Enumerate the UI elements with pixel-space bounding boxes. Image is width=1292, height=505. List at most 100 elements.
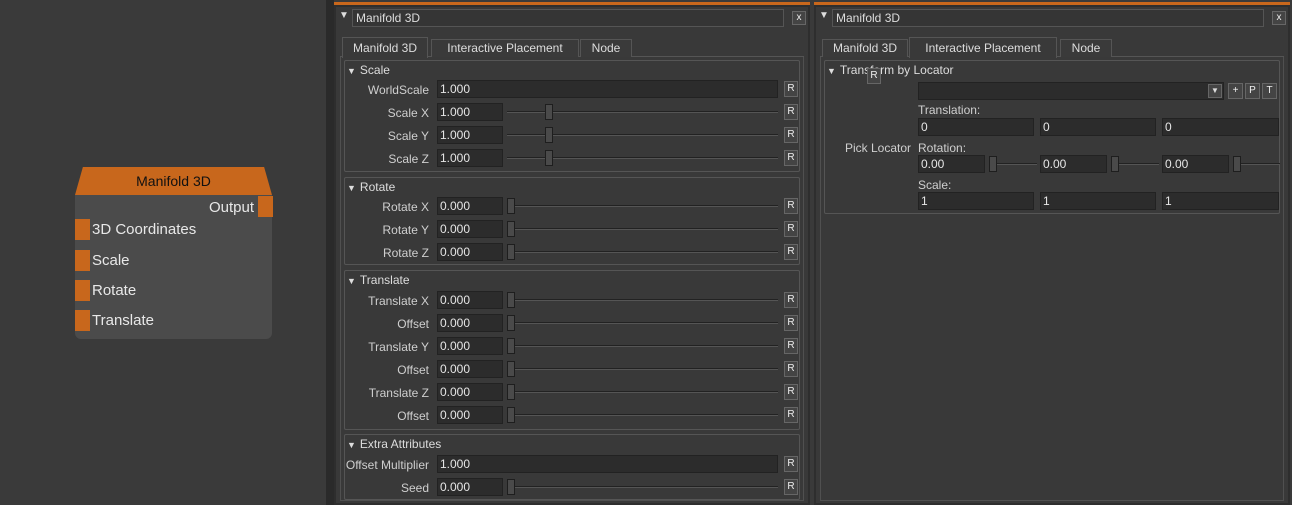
translate-y-offset-input[interactable]: 0.000	[437, 360, 503, 378]
reset-button[interactable]: R	[784, 150, 798, 166]
translate-x-slider[interactable]	[507, 291, 778, 309]
input-port-3d-coordinates[interactable]	[75, 219, 90, 240]
slider-handle[interactable]	[507, 384, 515, 400]
slider-handle[interactable]	[507, 338, 515, 354]
scale-z-input[interactable]: 1.000	[437, 149, 503, 167]
scale-y-input[interactable]: 1	[1040, 192, 1156, 210]
slider-handle[interactable]	[507, 361, 515, 377]
panel-name-field[interactable]: Manifold 3D	[832, 9, 1264, 27]
rotate-y-slider[interactable]	[507, 220, 778, 238]
translate-z-slider[interactable]	[507, 383, 778, 401]
scale-y-input[interactable]: 1.000	[437, 126, 503, 144]
translation-x-input[interactable]: 0	[918, 118, 1034, 136]
slider-handle[interactable]	[507, 407, 515, 423]
translate-z-offset-slider[interactable]	[507, 406, 778, 424]
rotation-x-slider[interactable]	[989, 155, 1037, 173]
scale-x-input[interactable]: 1.000	[437, 103, 503, 121]
panel-separator[interactable]	[326, 0, 334, 505]
input-port-scale[interactable]	[75, 250, 90, 271]
slider-handle[interactable]	[507, 198, 515, 214]
rotate-x-input[interactable]: 0.000	[437, 197, 503, 215]
rotate-z-input[interactable]: 0.000	[437, 243, 503, 261]
reset-button[interactable]: R	[784, 244, 798, 260]
reset-button[interactable]: R	[784, 221, 798, 237]
group-title-translate[interactable]: ▼ Translate	[347, 273, 410, 287]
slider-handle[interactable]	[545, 104, 553, 120]
rotation-x-input[interactable]: 0.00	[918, 155, 985, 173]
translate-y-slider[interactable]	[507, 337, 778, 355]
tab-interactive-placement[interactable]: Interactive Placement	[431, 39, 579, 57]
manifold-3d-node[interactable]: Manifold 3D Output 3D Coordinates Scale …	[75, 167, 273, 339]
reset-button[interactable]: R	[867, 68, 881, 84]
reset-button[interactable]: R	[784, 456, 798, 472]
reset-button[interactable]: R	[784, 198, 798, 214]
translate-x-offset-slider[interactable]	[507, 314, 778, 332]
rotation-z-input[interactable]: 0.00	[1162, 155, 1229, 173]
slider-handle[interactable]	[989, 156, 997, 172]
close-button[interactable]: x	[792, 11, 806, 25]
slider-handle[interactable]	[545, 127, 553, 143]
translate-x-offset-input[interactable]: 0.000	[437, 314, 503, 332]
rotate-x-slider[interactable]	[507, 197, 778, 215]
translate-z-offset-input[interactable]: 0.000	[437, 406, 503, 424]
node-title[interactable]: Manifold 3D	[75, 167, 272, 195]
slider-handle[interactable]	[507, 244, 515, 260]
reset-button[interactable]: R	[784, 81, 798, 97]
input-port-rotate[interactable]	[75, 280, 90, 301]
pick-button[interactable]: P	[1245, 83, 1260, 99]
collapse-arrow-icon[interactable]: ▼	[339, 10, 349, 21]
locator-dropdown[interactable]: ▼	[918, 82, 1224, 100]
node-graph[interactable]: Manifold 3D Output 3D Coordinates Scale …	[0, 0, 326, 505]
reset-button[interactable]: R	[784, 407, 798, 423]
scale-z-slider[interactable]	[507, 149, 778, 167]
tab-node[interactable]: Node	[580, 39, 632, 57]
reset-button[interactable]: R	[784, 104, 798, 120]
scale-y-slider[interactable]	[507, 126, 778, 144]
translate-y-offset-slider[interactable]	[507, 360, 778, 378]
seed-input[interactable]: 0.000	[437, 478, 503, 496]
slider-handle[interactable]	[507, 315, 515, 331]
group-title-transform-by-locator[interactable]: ▼ Transform by Locator	[827, 63, 954, 77]
group-title-extra-attributes[interactable]: ▼ Extra Attributes	[347, 437, 441, 451]
reset-button[interactable]: R	[784, 127, 798, 143]
offset-multiplier-input[interactable]: 1.000	[437, 455, 778, 473]
rotate-y-input[interactable]: 0.000	[437, 220, 503, 238]
slider-handle[interactable]	[1111, 156, 1119, 172]
reset-button[interactable]: R	[784, 384, 798, 400]
reset-button[interactable]: R	[784, 479, 798, 495]
translate-x-input[interactable]: 0.000	[437, 291, 503, 309]
slider-handle[interactable]	[507, 292, 515, 308]
rotation-y-input[interactable]: 0.00	[1040, 155, 1107, 173]
translation-y-input[interactable]: 0	[1040, 118, 1156, 136]
scale-z-input[interactable]: 1	[1162, 192, 1279, 210]
rotation-y-slider[interactable]	[1111, 155, 1159, 173]
reset-button[interactable]: R	[784, 338, 798, 354]
slider-handle[interactable]	[1233, 156, 1241, 172]
group-title-scale[interactable]: ▼ Scale	[347, 63, 390, 77]
rotation-z-slider[interactable]	[1233, 155, 1280, 173]
translation-z-input[interactable]: 0	[1162, 118, 1279, 136]
add-locator-button[interactable]: +	[1228, 83, 1243, 99]
reset-button[interactable]: R	[784, 361, 798, 377]
translate-z-input[interactable]: 0.000	[437, 383, 503, 401]
collapse-arrow-icon[interactable]: ▼	[819, 10, 829, 21]
seed-slider[interactable]	[507, 478, 778, 496]
tab-manifold-3d[interactable]: Manifold 3D	[342, 37, 428, 58]
scale-x-input[interactable]: 1	[918, 192, 1034, 210]
reset-button[interactable]: R	[784, 292, 798, 308]
tab-node[interactable]: Node	[1060, 39, 1112, 57]
slider-handle[interactable]	[507, 479, 515, 495]
group-title-rotate[interactable]: ▼ Rotate	[347, 180, 395, 194]
translate-y-input[interactable]: 0.000	[437, 337, 503, 355]
transform-button[interactable]: T	[1262, 83, 1277, 99]
close-button[interactable]: x	[1272, 11, 1286, 25]
slider-handle[interactable]	[545, 150, 553, 166]
panel-name-field[interactable]: Manifold 3D	[352, 9, 784, 27]
tab-manifold-3d[interactable]: Manifold 3D	[822, 39, 908, 57]
tab-interactive-placement[interactable]: Interactive Placement	[909, 37, 1057, 58]
slider-handle[interactable]	[507, 221, 515, 237]
input-port-translate[interactable]	[75, 310, 90, 331]
rotate-z-slider[interactable]	[507, 243, 778, 261]
scale-x-slider[interactable]	[507, 103, 778, 121]
reset-button[interactable]: R	[784, 315, 798, 331]
